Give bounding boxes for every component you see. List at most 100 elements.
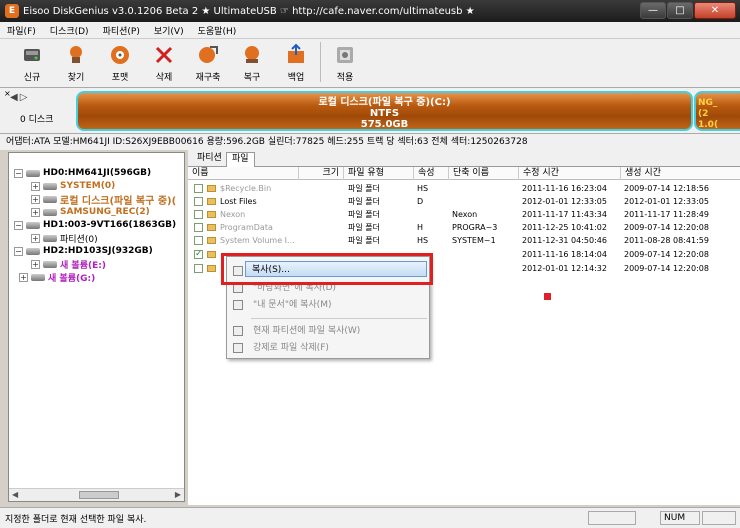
minimize-button[interactable]: — (640, 2, 666, 19)
table-row[interactable]: Lost Files 파일 폴더 D 2012-01-01 12:33:05 2… (188, 195, 740, 208)
partition-name: 로컬 디스크(파일 복구 중)(C:) (318, 97, 451, 108)
col-short-name[interactable]: 단축 이름 (448, 167, 518, 180)
partition-icon (43, 260, 57, 268)
partition-size: 575.0GB (360, 119, 409, 130)
tab-partition[interactable]: 파티션 (192, 152, 227, 167)
new-disk-icon (24, 49, 40, 61)
col-size[interactable]: 크기 (298, 167, 343, 180)
status-panel (588, 511, 636, 525)
table-row[interactable]: $Recycle.Bin 파일 폴더 HS 2011-11-16 16:23:0… (188, 182, 740, 195)
tree-node-volume-g[interactable]: + 새 볼륨(G:) (19, 271, 95, 284)
menu-item-copy-partition[interactable]: 현재 파티션에 파일 복사(W) (227, 323, 431, 339)
tab-files[interactable]: 파일 (226, 152, 255, 167)
row-checkbox[interactable] (194, 248, 203, 261)
rebuild-button[interactable]: 재구축 (186, 39, 230, 85)
delete-button[interactable]: 삭제 (142, 39, 186, 85)
table-row[interactable]: Nexon 파일 폴더 Nexon 2011-11-17 11:43:34 20… (188, 208, 740, 221)
row-checkbox[interactable] (194, 184, 203, 193)
window-title: Eisoo DiskGenius v3.0.1206 Beta 2 ★ Ulti… (23, 5, 475, 17)
partition-icon (43, 195, 57, 203)
expand-icon[interactable]: + (31, 181, 40, 191)
scroll-thumb[interactable] (79, 491, 119, 499)
file-column-headers: 이름 크기 파일 유형 속성 단축 이름 수정 시간 생성 시간 (188, 167, 740, 180)
tree-node-volume-e[interactable]: + 새 볼륨(E:) (31, 258, 106, 271)
folder-icon (207, 251, 216, 258)
disk-tree: − HD0:HM641JI(596GB) + SYSTEM(0) + 로컬 디스… (8, 152, 185, 502)
disk-label: 0 디스크 (20, 115, 54, 125)
expand-icon[interactable]: + (31, 207, 40, 217)
maximize-button[interactable]: □ (667, 2, 693, 19)
disk-nav: × ◀▷ 0 디스크 (4, 88, 74, 134)
toolbar-separator (320, 42, 321, 82)
scroll-left-icon[interactable]: ◀ (12, 490, 18, 499)
scroll-right-icon[interactable]: ▶ (175, 490, 181, 499)
col-created[interactable]: 생성 시간 (620, 167, 740, 180)
col-name[interactable]: 이름 (188, 167, 298, 180)
hard-disk-icon (26, 221, 40, 229)
format-icon (111, 46, 129, 64)
recover-button[interactable]: 복구 (230, 39, 274, 85)
expand-icon[interactable]: + (31, 259, 40, 269)
tree-node-hd1[interactable]: − HD1:003-9VT166(1863GB) (14, 219, 176, 231)
col-attr[interactable]: 속성 (413, 167, 448, 180)
close-button[interactable]: ✕ (694, 2, 736, 19)
force-delete-icon (233, 343, 243, 353)
status-panel (702, 511, 736, 525)
table-row[interactable]: ProgramData 파일 폴더 H PROGRA~3 2011-12-25 … (188, 221, 740, 234)
menu-disk[interactable]: 디스크(D) (43, 24, 96, 37)
row-checkbox[interactable] (194, 223, 203, 232)
format-button[interactable]: 포맷 (98, 39, 142, 85)
row-checkbox[interactable] (194, 197, 203, 206)
disk-nav-arrows-icon[interactable]: ◀▷ (10, 92, 29, 103)
col-type[interactable]: 파일 유형 (343, 167, 413, 180)
documents-copy-icon (233, 300, 243, 310)
new-button[interactable]: 신규 (10, 39, 54, 85)
disk-bar: × ◀▷ 0 디스크 로컬 디스크(파일 복구 중)(C:) NTFS 575.… (0, 87, 740, 133)
tree-node-partition0[interactable]: + 파티션(0) (31, 232, 98, 245)
folder-icon (207, 237, 216, 244)
num-lock-indicator: NUM (660, 511, 700, 525)
menu-bar: 파일(F) 디스크(D) 파티션(P) 보기(V) 도움말(H) (0, 22, 740, 39)
menu-item-copy-documents[interactable]: "내 문서"에 복사(M) (227, 297, 431, 313)
folder-icon (207, 198, 216, 205)
row-checkbox[interactable] (194, 210, 203, 219)
search-icon (70, 46, 82, 63)
table-row[interactable]: System Volume I... 파일 폴더 HS SYSTEM~1 201… (188, 234, 740, 247)
collapse-icon[interactable]: − (14, 220, 23, 230)
backup-icon (288, 43, 304, 63)
tree-node-hd2[interactable]: − HD2:HD103SJ(932GB) (14, 245, 153, 257)
hard-disk-icon (26, 169, 40, 177)
partition-c-bar[interactable]: 로컬 디스크(파일 복구 중)(C:) NTFS 575.0GB (76, 91, 693, 131)
title-bar: E Eisoo DiskGenius v3.0.1206 Beta 2 ★ Ul… (0, 0, 740, 22)
tree-node-hd0[interactable]: − HD0:HM641JI(596GB) (14, 167, 151, 179)
rebuild-icon (199, 46, 218, 63)
folder-icon (207, 211, 216, 218)
collapse-icon[interactable]: − (14, 168, 23, 178)
backup-button[interactable]: 백업 (274, 39, 318, 85)
toolbar: 신규 찾기 포맷 삭제 재구축 복구 백업 적용 (0, 39, 740, 87)
red-highlight-box (221, 253, 433, 285)
tree-node-system[interactable]: + SYSTEM(0) (31, 180, 115, 192)
expand-icon[interactable]: + (19, 272, 28, 282)
apply-icon (337, 47, 353, 63)
row-checkbox[interactable] (194, 264, 203, 273)
menu-partition[interactable]: 파티션(P) (96, 24, 147, 37)
tree-node-samsung-rec[interactable]: + SAMSUNG_REC(2) (31, 206, 150, 218)
collapse-icon[interactable]: − (14, 246, 23, 256)
menu-help[interactable]: 도움말(H) (191, 24, 244, 37)
search-button[interactable]: 찾기 (54, 39, 98, 85)
col-modified[interactable]: 수정 시간 (518, 167, 620, 180)
recover-icon (245, 46, 259, 63)
partition-copy-icon (233, 326, 243, 336)
expand-icon[interactable]: + (31, 194, 40, 204)
expand-icon[interactable]: + (31, 233, 40, 243)
apply-button[interactable]: 적용 (323, 39, 367, 85)
menu-view[interactable]: 보기(V) (147, 24, 191, 37)
tree-horizontal-scrollbar[interactable]: ◀ ▶ (9, 488, 184, 501)
folder-icon (207, 265, 216, 272)
partition-next-bar[interactable]: NG_ (2 1.0( (694, 91, 740, 131)
menu-item-force-delete[interactable]: 강제로 파일 삭제(F) (227, 340, 431, 356)
row-checkbox[interactable] (194, 236, 203, 245)
tree-node-local-disk[interactable]: + 로컬 디스크(파일 복구 중)( (31, 193, 176, 207)
menu-file[interactable]: 파일(F) (0, 24, 43, 37)
